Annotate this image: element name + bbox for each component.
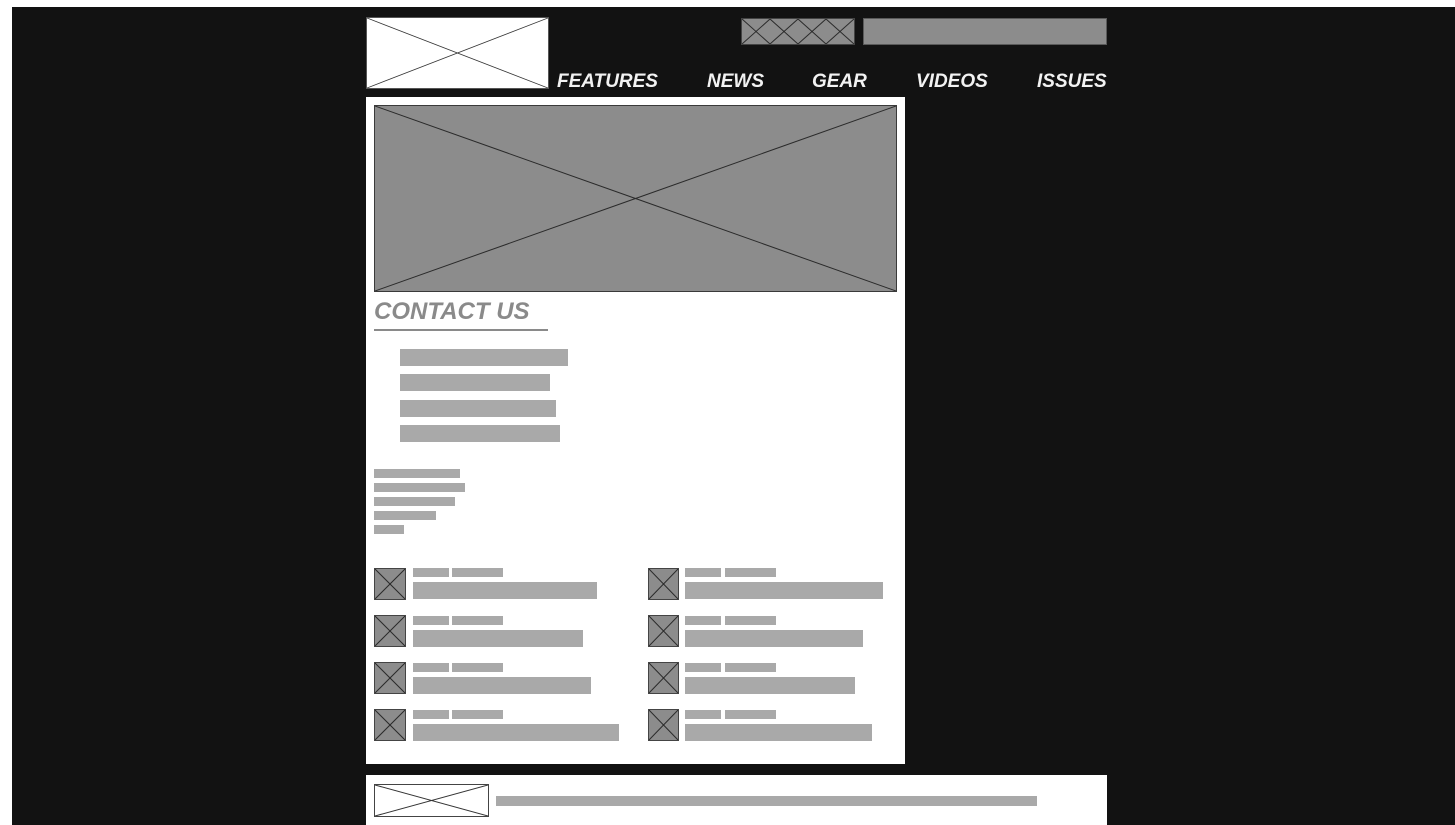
article-thumbnail[interactable] — [648, 568, 679, 600]
article-tag — [413, 663, 449, 672]
article-thumbnail[interactable] — [374, 568, 406, 600]
nav-issues[interactable]: ISSUES — [1037, 70, 1107, 94]
article-tag — [452, 568, 503, 577]
article-title[interactable] — [413, 724, 619, 741]
article-tag — [452, 710, 503, 719]
article-tag — [452, 663, 503, 672]
hero-image — [374, 105, 897, 292]
article-tag — [413, 568, 449, 577]
nav-gear[interactable]: GEAR — [812, 70, 867, 94]
nav-videos[interactable]: VIDEOS — [916, 70, 988, 94]
address-line — [374, 497, 455, 506]
site-logo[interactable] — [366, 17, 549, 89]
article-title[interactable] — [685, 582, 883, 599]
title-underline — [374, 329, 548, 331]
article-title[interactable] — [685, 724, 872, 741]
page-title: CONTACT US — [374, 298, 530, 325]
article-tag — [685, 663, 721, 672]
search-input[interactable] — [863, 18, 1107, 45]
article-tag — [685, 710, 721, 719]
nav-news[interactable]: NEWS — [707, 70, 764, 94]
article-thumbnail[interactable] — [374, 709, 406, 741]
article-tag — [725, 616, 776, 625]
contact-line — [400, 425, 560, 442]
article-tag — [413, 710, 449, 719]
article-title[interactable] — [413, 582, 597, 599]
article-tag — [725, 663, 776, 672]
article-tag — [685, 568, 721, 577]
article-thumbnail[interactable] — [648, 615, 679, 647]
contact-line — [400, 349, 568, 366]
address-line — [374, 469, 460, 478]
article-title[interactable] — [413, 677, 591, 694]
footer-text — [496, 796, 1037, 806]
article-tag — [685, 616, 721, 625]
address-line — [374, 525, 404, 534]
article-tag — [725, 568, 776, 577]
contact-line — [400, 400, 556, 417]
contact-line — [400, 374, 550, 391]
article-tag — [725, 710, 776, 719]
article-thumbnail[interactable] — [374, 615, 406, 647]
article-tag — [413, 616, 449, 625]
article-title[interactable] — [685, 677, 855, 694]
nav-features[interactable]: FEATURES — [557, 70, 658, 94]
article-thumbnail[interactable] — [648, 662, 679, 694]
address-line — [374, 511, 436, 520]
article-thumbnail[interactable] — [648, 709, 679, 741]
article-title[interactable] — [413, 630, 583, 647]
article-thumbnail[interactable] — [374, 662, 406, 694]
social-icons[interactable] — [741, 18, 855, 45]
article-tag — [452, 616, 503, 625]
article-title[interactable] — [685, 630, 863, 647]
address-line — [374, 483, 465, 492]
footer-logo[interactable] — [374, 784, 489, 817]
